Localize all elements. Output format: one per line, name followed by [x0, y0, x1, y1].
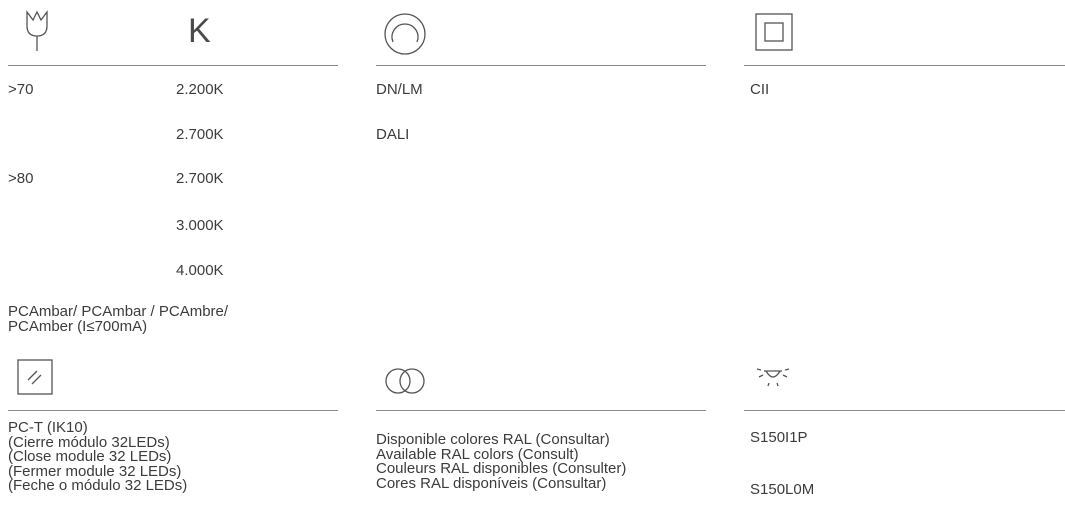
- diffuser-description: PC-T (IK10) (Cierre módulo 32LEDs) (Clos…: [8, 420, 188, 494]
- temp-value: 2.200K: [176, 81, 224, 98]
- diffuser-icon: [17, 359, 53, 395]
- class-value: CII: [750, 81, 770, 98]
- ral-colors-description: Disponible colores RAL (Consultar) Avail…: [376, 432, 626, 492]
- divider: [376, 410, 706, 411]
- divider: [8, 65, 338, 66]
- ral-line: Cores RAL disponíveis (Consultar): [376, 474, 607, 492]
- flower-icon: [24, 8, 50, 52]
- double-insulation-icon: [754, 12, 794, 52]
- divider: [744, 65, 1065, 66]
- light-source-code: S150I1P: [750, 429, 808, 446]
- pc-ambar-note: PCAmbar/ PCAmbar / PCAmbre/ PCAmber (I≤7…: [8, 304, 228, 335]
- cri-value: >70: [8, 81, 34, 98]
- light-source-code: S150L0M: [750, 481, 815, 498]
- light-source-icon: [755, 365, 791, 389]
- ral-rings-icon: [384, 367, 428, 395]
- cri-value: >80: [8, 170, 34, 187]
- divider: [744, 410, 1065, 411]
- temp-value: 2.700K: [176, 170, 224, 187]
- control-value: DALI: [376, 126, 410, 143]
- note-line: PCAmber (I≤700mA): [8, 317, 148, 335]
- temp-value: 2.700K: [176, 126, 224, 143]
- diffuser-line: (Feche o módulo 32 LEDs): [8, 477, 188, 494]
- divider: [8, 410, 338, 411]
- divider: [376, 65, 706, 66]
- kelvin-icon: K: [188, 12, 211, 50]
- control-value: DN/LM: [376, 81, 423, 98]
- circle-icon: [383, 12, 429, 58]
- temp-value: 4.000K: [176, 262, 224, 279]
- temp-value: 3.000K: [176, 217, 224, 234]
